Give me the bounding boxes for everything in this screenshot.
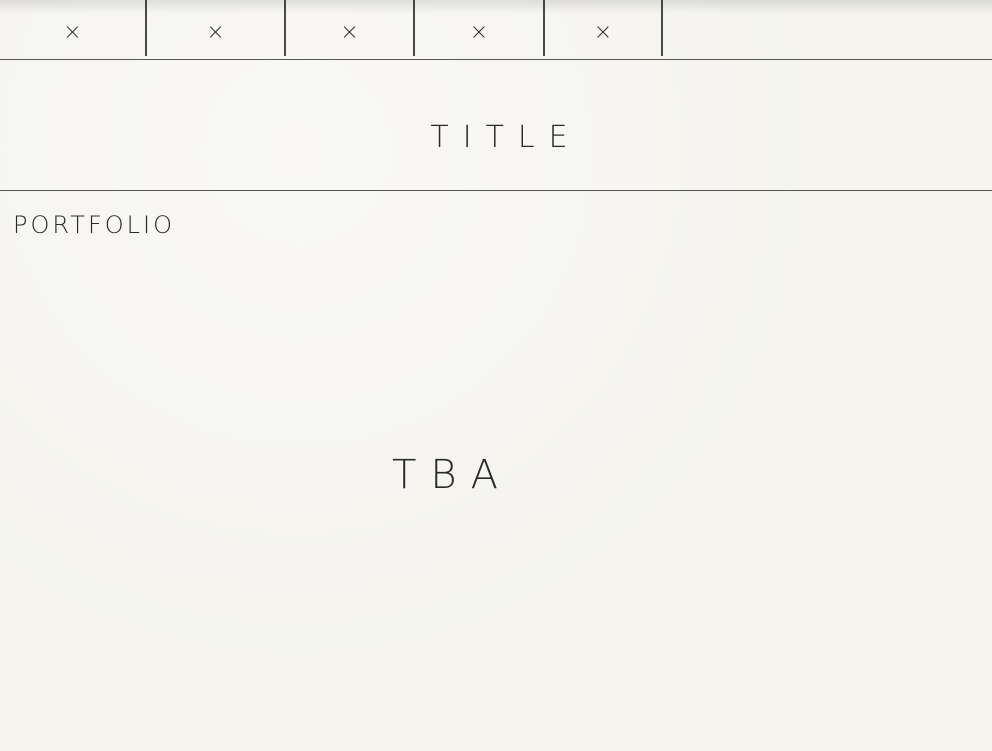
nav-item-4[interactable]: × xyxy=(415,0,543,58)
x-icon: × xyxy=(63,19,82,45)
x-icon: × xyxy=(469,19,489,45)
section-heading-portfolio: PORTFOLIO xyxy=(13,211,175,239)
x-icon: × xyxy=(340,19,359,45)
placeholder-text: TBA xyxy=(392,452,512,498)
nav-item-3[interactable]: × xyxy=(286,0,413,58)
nav-bottom-rule xyxy=(0,59,992,60)
nav-bar: × × × × × xyxy=(0,0,992,60)
page: × × × × × TITLE PORTFOLIO TBA xyxy=(0,0,992,751)
x-icon: × xyxy=(593,19,613,45)
nav-divider xyxy=(661,0,663,56)
page-title: TITLE xyxy=(430,120,582,155)
header-bottom-rule xyxy=(0,190,992,191)
nav-item-1[interactable]: × xyxy=(0,0,145,58)
nav-item-2[interactable]: × xyxy=(147,0,284,58)
x-icon: × xyxy=(206,19,225,45)
nav-item-5[interactable]: × xyxy=(545,0,661,58)
